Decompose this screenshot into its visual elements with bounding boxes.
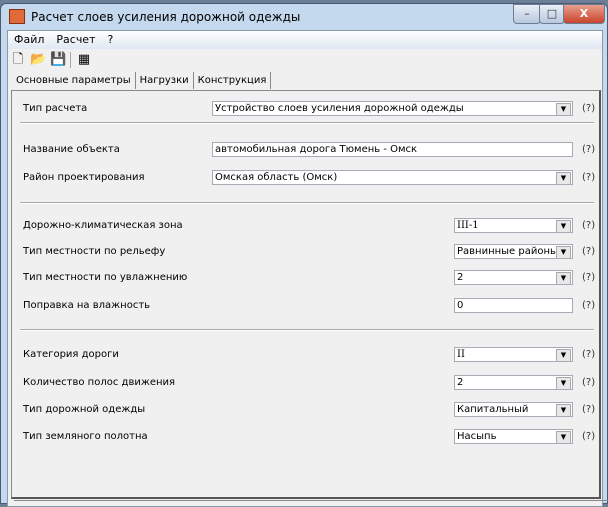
- field-label: Тип местности по увлажнению: [23, 272, 188, 283]
- field-select[interactable]: Насыпь ▼: [454, 429, 573, 444]
- field-value: II: [457, 349, 465, 360]
- close-button[interactable]: X: [563, 4, 605, 24]
- tab-main-params[interactable]: Основные параметры: [12, 72, 136, 89]
- help-link[interactable]: (?): [582, 144, 595, 155]
- field-select[interactable]: Равнинные районы ▼: [454, 244, 573, 259]
- main-params-panel: Тип расчета Устройство слоев усиления дор…: [11, 90, 601, 499]
- field-label: Название объекта: [23, 144, 120, 155]
- help-link[interactable]: (?): [582, 172, 595, 183]
- field-label: Количество полос движения: [23, 377, 176, 388]
- app-window: Расчет слоев усиления дорожной одежды – …: [0, 3, 608, 507]
- help-link[interactable]: (?): [582, 300, 595, 311]
- open-folder-icon[interactable]: 📂: [30, 52, 46, 68]
- help-link[interactable]: (?): [582, 349, 595, 360]
- maximize-button[interactable]: □: [539, 4, 565, 24]
- field-value: III-1: [457, 220, 479, 231]
- field-select[interactable]: 2 ▼: [454, 270, 573, 285]
- separator: [20, 202, 594, 204]
- save-icon[interactable]: 💾: [50, 52, 66, 68]
- separator: [20, 122, 594, 124]
- field-label: Тип местности по рельефу: [23, 246, 166, 257]
- tab-loads[interactable]: Нагрузки: [136, 72, 194, 89]
- field-label: Тип дорожной одежды: [23, 404, 146, 415]
- help-link[interactable]: (?): [582, 377, 595, 388]
- tab-construction[interactable]: Конструкция: [194, 72, 272, 89]
- help-link[interactable]: (?): [582, 272, 595, 283]
- field-input[interactable]: 0: [454, 298, 573, 313]
- field-value: Капитальный: [457, 404, 529, 415]
- field-input[interactable]: автомобильная дорога Тюмень - Омск: [212, 142, 573, 157]
- field-value: 2: [457, 272, 464, 283]
- field-select[interactable]: Омская область (Омск) ▼: [212, 170, 573, 185]
- client-area: Файл Расчет? 🗋 📂 💾 ▦ Основные параметры На…: [7, 30, 608, 507]
- field-value: 2: [457, 377, 464, 388]
- field-select[interactable]: III-1 ▼: [454, 218, 573, 233]
- chevron-down-icon[interactable]: ▼: [556, 377, 571, 389]
- app-icon: [9, 9, 25, 24]
- field-label: Тип земляного полотна: [23, 431, 148, 442]
- chevron-down-icon[interactable]: ▼: [556, 404, 571, 416]
- field-value: Равнинные районы: [457, 246, 558, 257]
- chevron-down-icon[interactable]: ▼: [556, 103, 571, 115]
- field-select[interactable]: Капитальный ▼: [454, 402, 573, 417]
- menu-help[interactable]: ?: [102, 31, 120, 46]
- field-value: Омская область (Омск): [215, 172, 338, 183]
- field-select[interactable]: II ▼: [454, 347, 573, 362]
- window-title: Расчет слоев усиления дорожной одежды: [31, 10, 301, 24]
- tab-bar: Основные параметры Нагрузки Конструкция: [12, 72, 272, 89]
- field-label: Район проектирования: [23, 172, 145, 183]
- field-label: Категория дороги: [23, 349, 119, 360]
- help-link[interactable]: (?): [582, 431, 595, 442]
- menu-bar: Файл Расчет?: [8, 31, 602, 49]
- field-value: Насыпь: [457, 431, 497, 442]
- field-value: Устройство слоев усиления дорожной одежд…: [215, 103, 464, 114]
- help-link[interactable]: (?): [582, 246, 595, 257]
- field-select[interactable]: 2 ▼: [454, 375, 573, 390]
- field-label: Поправка на влажность: [23, 300, 151, 311]
- chevron-down-icon[interactable]: ▼: [556, 172, 571, 184]
- field-label: Тип расчета: [23, 103, 88, 114]
- field-label: Дорожно-климатическая зона: [23, 220, 183, 231]
- chevron-down-icon[interactable]: ▼: [556, 431, 571, 443]
- chevron-down-icon[interactable]: ▼: [556, 246, 571, 258]
- calculator-icon[interactable]: ▦: [76, 52, 92, 68]
- field-value: 0: [457, 300, 464, 311]
- minimize-button[interactable]: –: [513, 4, 541, 24]
- help-link[interactable]: (?): [582, 103, 595, 114]
- new-file-icon[interactable]: 🗋: [10, 52, 26, 68]
- chevron-down-icon[interactable]: ▼: [556, 272, 571, 284]
- help-link[interactable]: (?): [582, 220, 595, 231]
- help-link[interactable]: (?): [582, 404, 595, 415]
- chevron-down-icon[interactable]: ▼: [556, 220, 571, 232]
- menu-calc[interactable]: Расчет: [50, 31, 101, 46]
- field-value: автомобильная дорога Тюмень - Омск: [215, 144, 418, 155]
- field-select[interactable]: Устройство слоев усиления дорожной одежд…: [212, 101, 573, 116]
- menu-file[interactable]: Файл: [8, 31, 50, 46]
- separator: [20, 329, 594, 331]
- chevron-down-icon[interactable]: ▼: [556, 349, 571, 361]
